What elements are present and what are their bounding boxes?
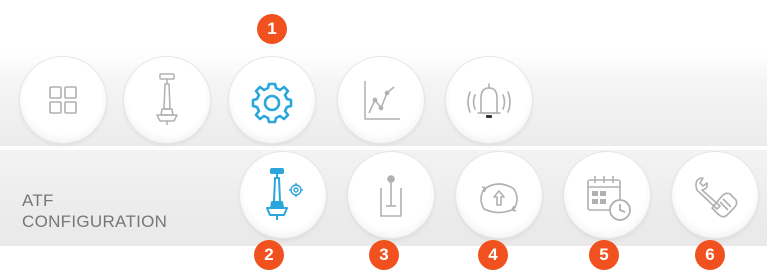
upload-cycle-icon bbox=[480, 183, 518, 214]
callout-badge-4: 4 bbox=[478, 240, 508, 270]
service-button[interactable] bbox=[672, 152, 758, 238]
badge-number: 6 bbox=[705, 245, 715, 264]
badge-number: 5 bbox=[599, 245, 609, 264]
callout-badge-1: 1 bbox=[257, 14, 287, 44]
gear-icon bbox=[251, 82, 293, 124]
line-chart-icon bbox=[364, 81, 400, 120]
probe-settings-icon bbox=[266, 168, 303, 220]
alarms-button[interactable] bbox=[446, 57, 532, 143]
upload-button[interactable] bbox=[456, 152, 542, 238]
badge-number: 2 bbox=[264, 245, 274, 264]
small-gear-icon bbox=[289, 183, 303, 197]
badge-number: 3 bbox=[379, 245, 389, 264]
callout-badge-2: 2 bbox=[254, 240, 284, 270]
alarm-bell-icon bbox=[467, 83, 511, 118]
schedule-button[interactable] bbox=[564, 152, 650, 238]
bell-clapper bbox=[486, 115, 492, 118]
tank-configuration-button[interactable] bbox=[348, 152, 434, 238]
probe-button[interactable] bbox=[124, 57, 210, 143]
tank-mixer-icon bbox=[380, 175, 402, 217]
badge-number: 4 bbox=[488, 245, 498, 264]
callout-badge-5: 5 bbox=[589, 240, 619, 270]
section-label-line1: ATF bbox=[22, 191, 54, 210]
callout-badge-3: 3 bbox=[369, 240, 399, 270]
settings-button[interactable] bbox=[229, 57, 315, 143]
grid-icon bbox=[49, 86, 77, 114]
badge-number: 1 bbox=[267, 19, 277, 38]
probe-icon bbox=[156, 73, 178, 125]
section-label: ATF CONFIGURATION bbox=[22, 190, 167, 232]
dashboard-button[interactable] bbox=[20, 57, 106, 143]
section-label-line2: CONFIGURATION bbox=[22, 212, 168, 231]
trends-button[interactable] bbox=[338, 57, 424, 143]
calendar-clock-icon bbox=[587, 176, 631, 221]
callout-badge-6: 6 bbox=[695, 240, 725, 270]
wrench-hand-icon bbox=[695, 177, 738, 218]
probe-settings-button[interactable] bbox=[240, 152, 326, 238]
